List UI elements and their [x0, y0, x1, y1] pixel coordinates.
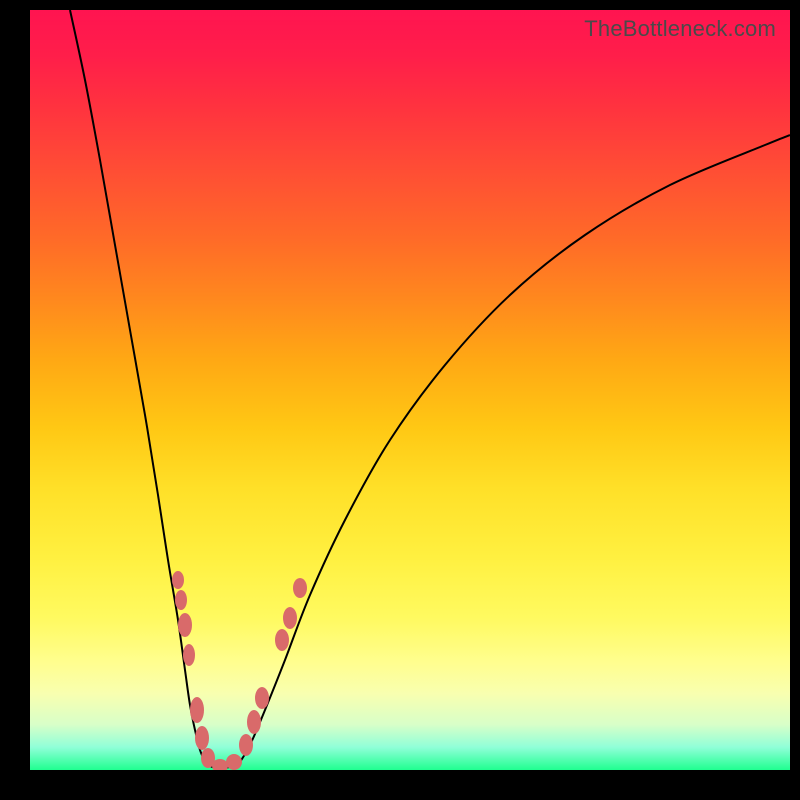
data-marker [247, 710, 261, 734]
data-marker [190, 697, 204, 723]
curve-right [240, 135, 790, 762]
data-marker [293, 578, 307, 598]
data-marker [283, 607, 297, 629]
chart-frame: TheBottleneck.com [0, 0, 800, 800]
chart-svg [30, 10, 790, 770]
markers-group [172, 571, 307, 770]
plot-area: TheBottleneck.com [30, 10, 790, 770]
data-marker [178, 613, 192, 637]
data-marker [239, 734, 253, 756]
data-marker [255, 687, 269, 709]
data-marker [175, 590, 187, 610]
data-marker [275, 629, 289, 651]
data-marker [226, 754, 242, 770]
data-marker [183, 644, 195, 666]
data-marker [195, 726, 209, 750]
data-marker [172, 571, 184, 589]
